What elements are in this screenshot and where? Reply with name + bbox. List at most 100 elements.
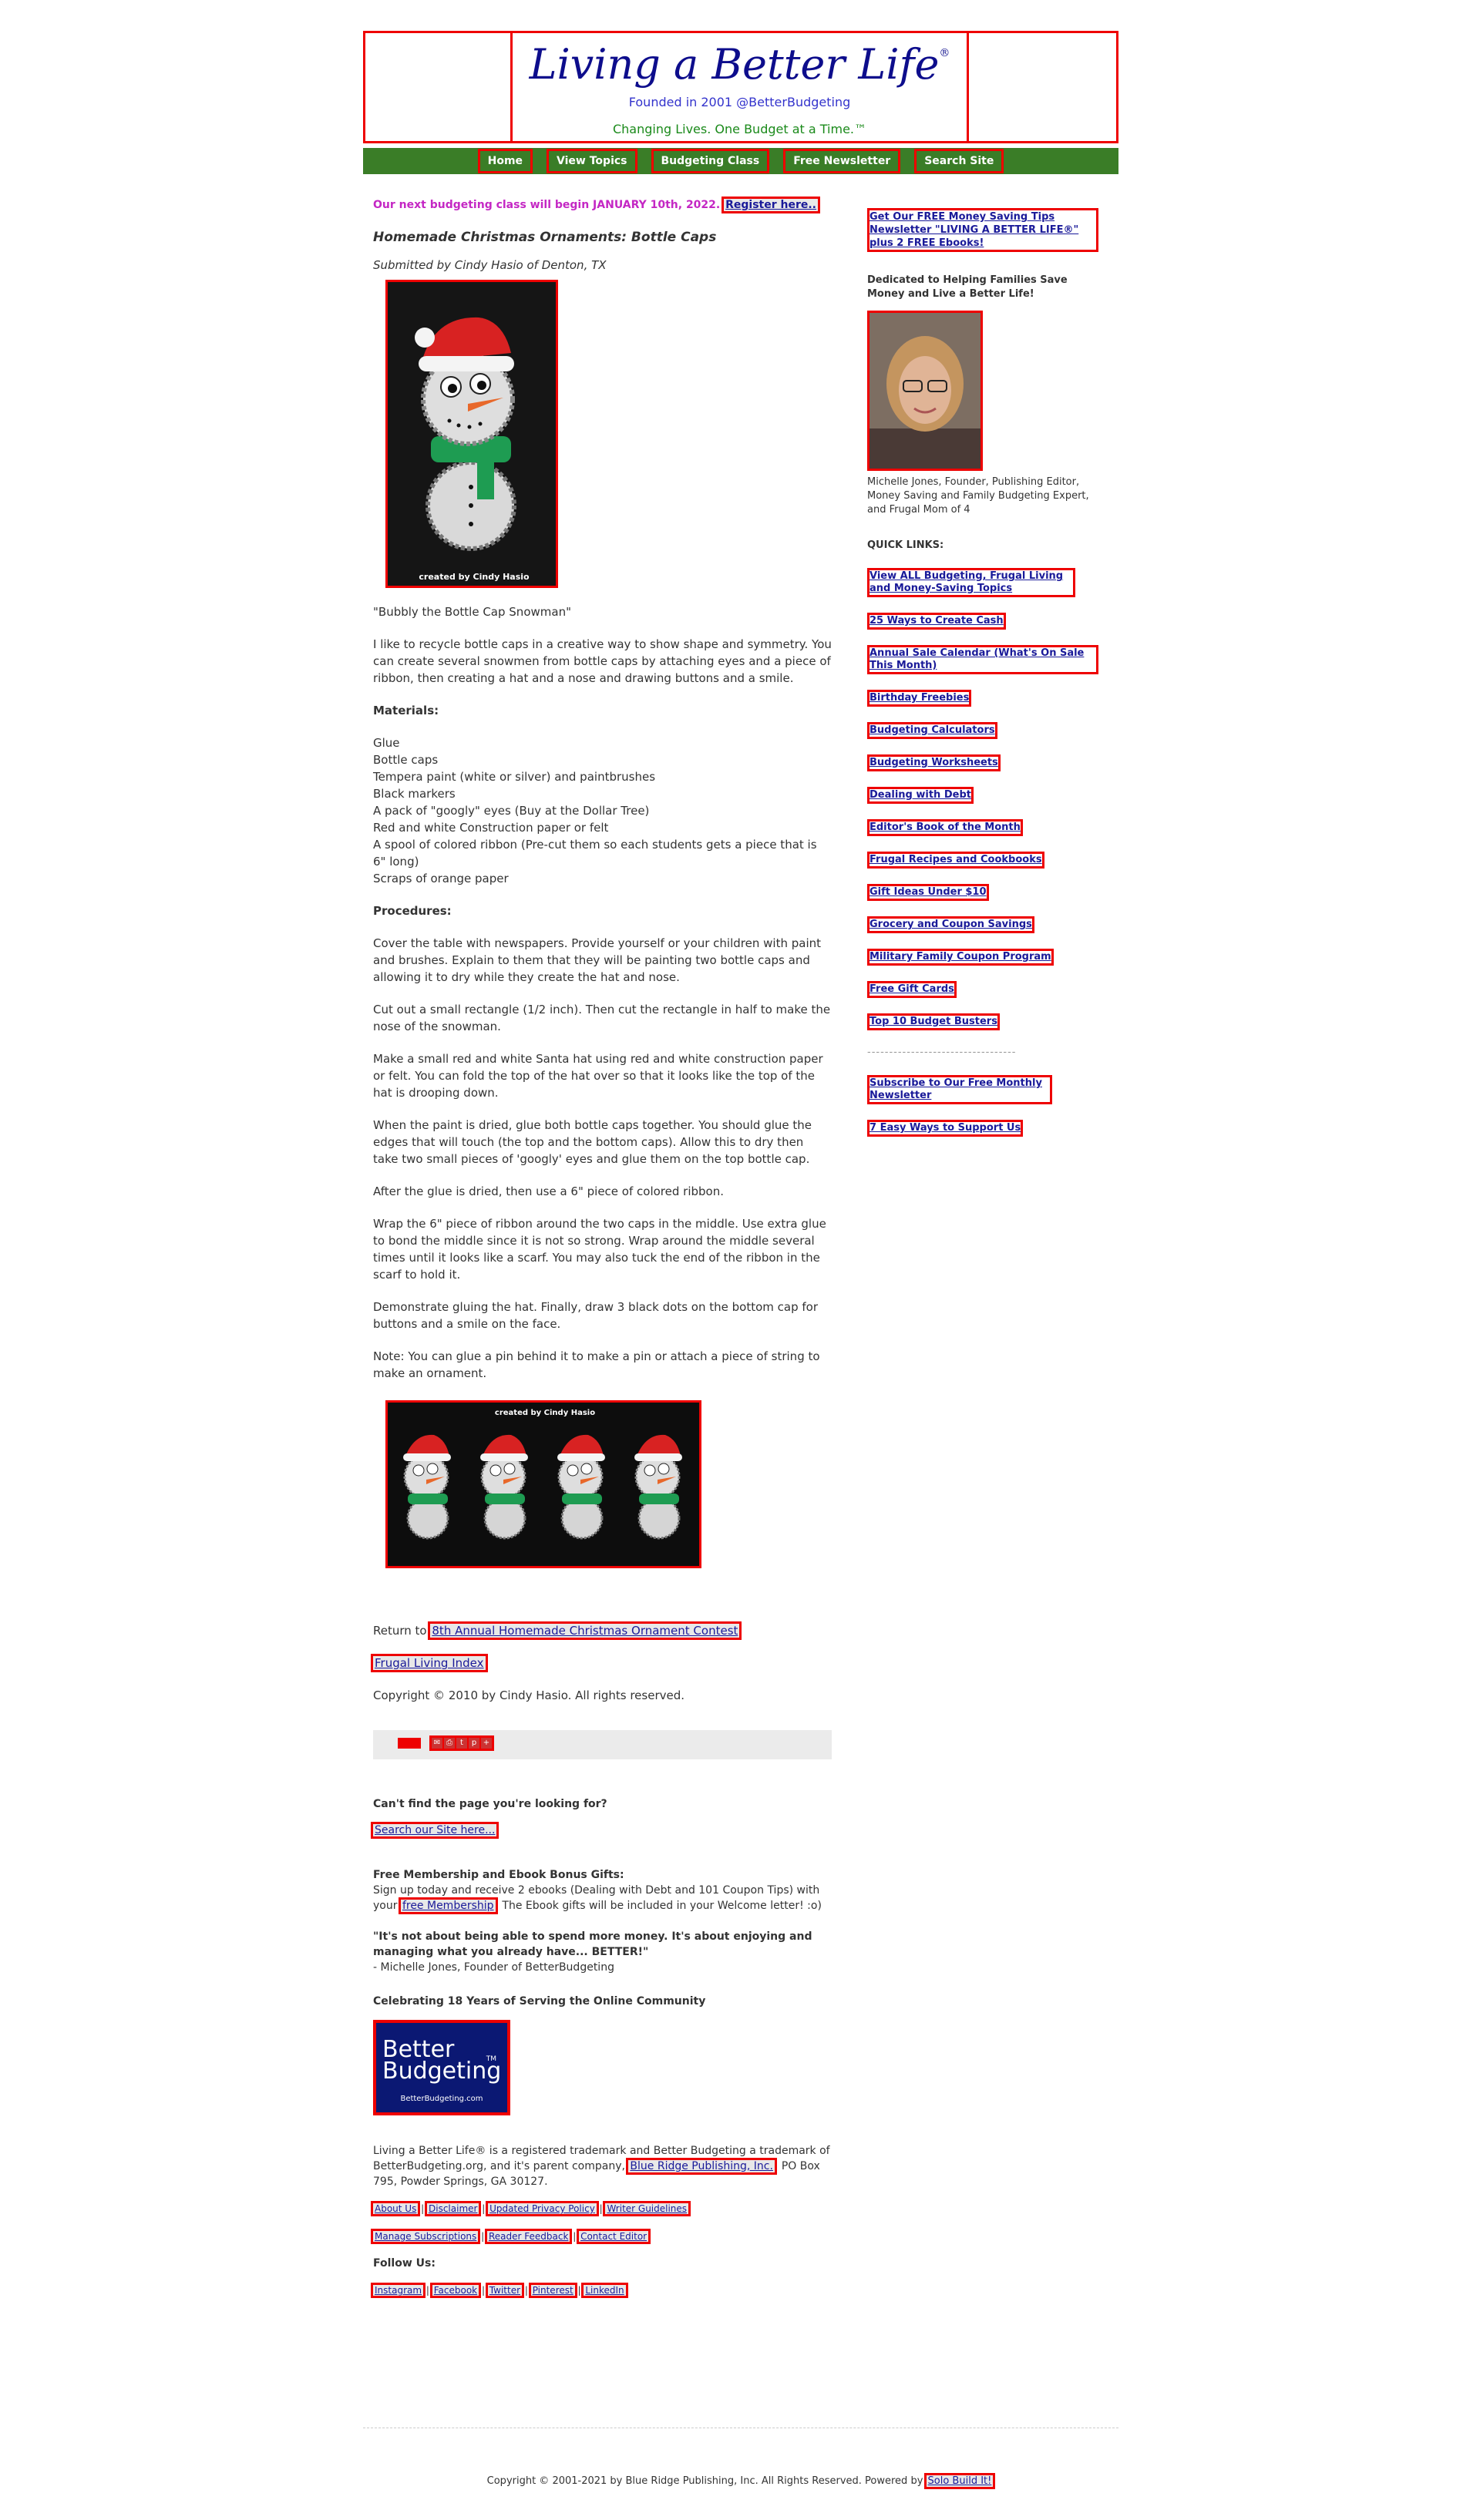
frugal-index-line: Frugal Living Index	[371, 1654, 832, 1672]
material-item: Red and white Construction paper or felt	[373, 821, 609, 835]
quick-link-sale-calendar[interactable]: Annual Sale Calendar (What's On Sale Thi…	[867, 645, 1098, 674]
founded-line: Founded in 2001 @BetterBudgeting	[628, 95, 851, 109]
snowman-figure-3	[557, 1434, 605, 1540]
facebook-like-button[interactable]	[398, 1738, 421, 1749]
search-site-link[interactable]: Search our Site here...	[370, 1822, 500, 1839]
celebrating-heading: Celebrating 18 Years of Serving the Onli…	[373, 1995, 706, 2008]
quick-link-grocery-coupons[interactable]: Grocery and Coupon Savings	[867, 916, 1034, 933]
quick-link-book-of-month[interactable]: Editor's Book of the Month	[867, 819, 1023, 836]
solo-build-it-link[interactable]: Solo Build It!	[923, 2473, 996, 2489]
nav-free-newsletter[interactable]: Free Newsletter	[783, 149, 901, 173]
quick-link-all-topics[interactable]: View ALL Budgeting, Frugal Living and Mo…	[867, 568, 1075, 597]
print-share-icon[interactable]: ⎙	[444, 1738, 455, 1749]
founder-photo[interactable]	[867, 311, 983, 471]
procedure-step: After the glue is dried, then use a 6" p…	[373, 1184, 724, 1198]
snowmen-group-photo[interactable]: created by Cindy Hasio	[385, 1400, 701, 1568]
procedure-step: Cut out a small rectangle (1/2 inch). Th…	[373, 1003, 831, 1033]
procedure-step: Wrap the 6" piece of ribbon around the t…	[373, 1217, 826, 1282]
material-item: A pack of "googly" eyes (Buy at the Doll…	[373, 804, 650, 818]
material-item: Tempera paint (white or silver) and pain…	[373, 770, 656, 784]
search-line: Search our Site here...	[370, 1822, 832, 1839]
pinterest-share-icon[interactable]: p	[469, 1738, 479, 1749]
contest-link[interactable]: 8th Annual Homemade Christmas Ornament C…	[428, 1621, 742, 1640]
frugal-living-index-link[interactable]: Frugal Living Index	[371, 1654, 488, 1672]
subscribe-newsletter-link[interactable]: Subscribe to Our Free Monthly Newsletter	[867, 1075, 1052, 1104]
quick-link-frugal-recipes[interactable]: Frugal Recipes and Cookbooks	[867, 852, 1044, 869]
writer-guidelines-link[interactable]: Writer Guidelines	[603, 2201, 691, 2216]
cant-find-heading: Can't find the page you're looking for?	[373, 1798, 607, 1810]
privacy-policy-link[interactable]: Updated Privacy Policy	[486, 2201, 599, 2216]
photo1-caption: created by Cindy Hasio	[419, 572, 530, 582]
snowman-figure-2	[480, 1434, 528, 1540]
quick-link-dealing-with-debt[interactable]: Dealing with Debt	[867, 787, 974, 804]
quick-link-birthday-freebies[interactable]: Birthday Freebies	[867, 690, 972, 707]
nav-budgeting-class[interactable]: Budgeting Class	[651, 149, 770, 173]
quick-link-free-gift-cards[interactable]: Free Gift Cards	[867, 981, 957, 998]
email-share-icon[interactable]: ✉	[432, 1738, 442, 1749]
twitter-link[interactable]: Twitter	[485, 2283, 525, 2298]
support-us-link[interactable]: 7 Easy Ways to Support Us	[867, 1120, 1024, 1137]
social-links: Instagram | Facebook | Twitter | Pintere…	[370, 2283, 628, 2298]
intro-quote: "Bubbly the Bottle Cap Snowman"	[373, 605, 571, 619]
procedure-step: When the paint is dried, glue both bottl…	[373, 1118, 812, 1166]
materials-heading: Materials:	[373, 704, 439, 717]
newsletter-signup-link[interactable]: Get Our FREE Money Saving Tips Newslette…	[867, 208, 1098, 252]
main-nav: Home View Topics Budgeting Class Free Ne…	[363, 148, 1118, 174]
share-bar: ✉ ⎙ t p +	[373, 1730, 832, 1759]
photo2-caption: created by Cindy Hasio	[495, 1409, 595, 1417]
snowman-photo[interactable]: created by Cindy Hasio	[385, 280, 558, 588]
procedures-heading: Procedures:	[373, 904, 452, 918]
quick-link-gift-ideas[interactable]: Gift Ideas Under $10	[867, 884, 989, 901]
reader-feedback-link[interactable]: Reader Feedback	[484, 2229, 573, 2244]
nav-view-topics[interactable]: View Topics	[547, 149, 637, 173]
footer-links-row-2: Manage Subscriptions | Reader Feedback |…	[370, 2229, 651, 2244]
materials-list: Glue Bottle caps Tempera paint (white or…	[373, 734, 832, 887]
instagram-link[interactable]: Instagram	[370, 2283, 426, 2298]
linkedin-link[interactable]: LinkedIn	[581, 2283, 628, 2298]
snowmen-group-illustration: created by Cindy Hasio	[388, 1403, 699, 1566]
page-wrapper: Living a Better Life® Founded in 2001 @B…	[363, 31, 1118, 2298]
share-icons: ✉ ⎙ t p +	[429, 1735, 494, 1751]
quick-link-create-cash[interactable]: 25 Ways to Create Cash	[867, 613, 1006, 630]
nav-home[interactable]: Home	[477, 149, 533, 173]
facebook-link[interactable]: Facebook	[429, 2283, 482, 2298]
material-item: Glue	[373, 736, 400, 750]
site-title[interactable]: Living a Better Life®	[513, 38, 967, 92]
manage-subscriptions-link[interactable]: Manage Subscriptions	[370, 2229, 481, 2244]
sidebar: Get Our FREE Money Saving Tips Newslette…	[867, 208, 1098, 1137]
more-share-icon[interactable]: +	[481, 1738, 492, 1749]
quick-link-budget-busters[interactable]: Top 10 Budget Busters	[867, 1013, 1000, 1030]
snowman-figure-1	[403, 1434, 451, 1540]
procedure-note: Note: You can glue a pin behind it to ma…	[373, 1349, 820, 1380]
class-announcement: Our next budgeting class will begin JANU…	[373, 197, 821, 213]
register-link[interactable]: Register here..	[722, 197, 821, 213]
site-copyright: Copyright © 2001-2021 by Blue Ridge Publ…	[486, 2473, 996, 2489]
disclaimer-link[interactable]: Disclaimer	[424, 2201, 482, 2216]
main-content: Our next budgeting class will begin JANU…	[370, 197, 832, 2299]
contact-editor-link[interactable]: Contact Editor	[577, 2229, 651, 2244]
founder-portrait	[870, 313, 980, 469]
membership-text: Sign up today and receive 2 ebooks (Deal…	[373, 1884, 822, 1914]
follow-us-heading: Follow Us:	[373, 2257, 436, 2270]
nav-search-site[interactable]: Search Site	[914, 149, 1004, 173]
quick-link-budgeting-worksheets[interactable]: Budgeting Worksheets	[867, 754, 1001, 771]
trademark-text: Living a Better Life® is a registered tr…	[373, 2145, 830, 2188]
blue-ridge-publishing-link[interactable]: Blue Ridge Publishing, Inc.	[626, 2158, 777, 2175]
return-line: Return to 8th Annual Homemade Christmas …	[373, 1621, 742, 1640]
submitted-by: Submitted by Cindy Hasio of Denton, TX	[373, 258, 607, 272]
material-item: Bottle caps	[373, 753, 439, 767]
twitter-share-icon[interactable]: t	[456, 1738, 467, 1749]
quote-attribution: - Michelle Jones, Founder of BetterBudge…	[373, 1961, 614, 1974]
quick-link-budgeting-calculators[interactable]: Budgeting Calculators	[867, 722, 997, 739]
free-membership-link[interactable]: free Membership	[398, 1897, 498, 1914]
better-budgeting-badge[interactable]: Better Budgeting TM BetterBudgeting.com	[373, 2020, 510, 2115]
quick-links-list: View ALL Budgeting, Frugal Living and Mo…	[867, 553, 1098, 1030]
quick-link-military-coupons[interactable]: Military Family Coupon Program	[867, 949, 1054, 966]
header-logo-cell[interactable]: Living a Better Life® Founded in 2001 @B…	[510, 31, 969, 143]
pinterest-link[interactable]: Pinterest	[528, 2283, 577, 2298]
about-us-link[interactable]: About Us	[370, 2201, 421, 2216]
dedicated-text: Dedicated to Helping Families Save Money…	[867, 274, 1068, 300]
quick-links-heading: QUICK LINKS:	[867, 539, 944, 551]
snowman-figure-4	[634, 1434, 682, 1540]
membership-heading: Free Membership and Ebook Bonus Gifts:	[373, 1869, 624, 1881]
